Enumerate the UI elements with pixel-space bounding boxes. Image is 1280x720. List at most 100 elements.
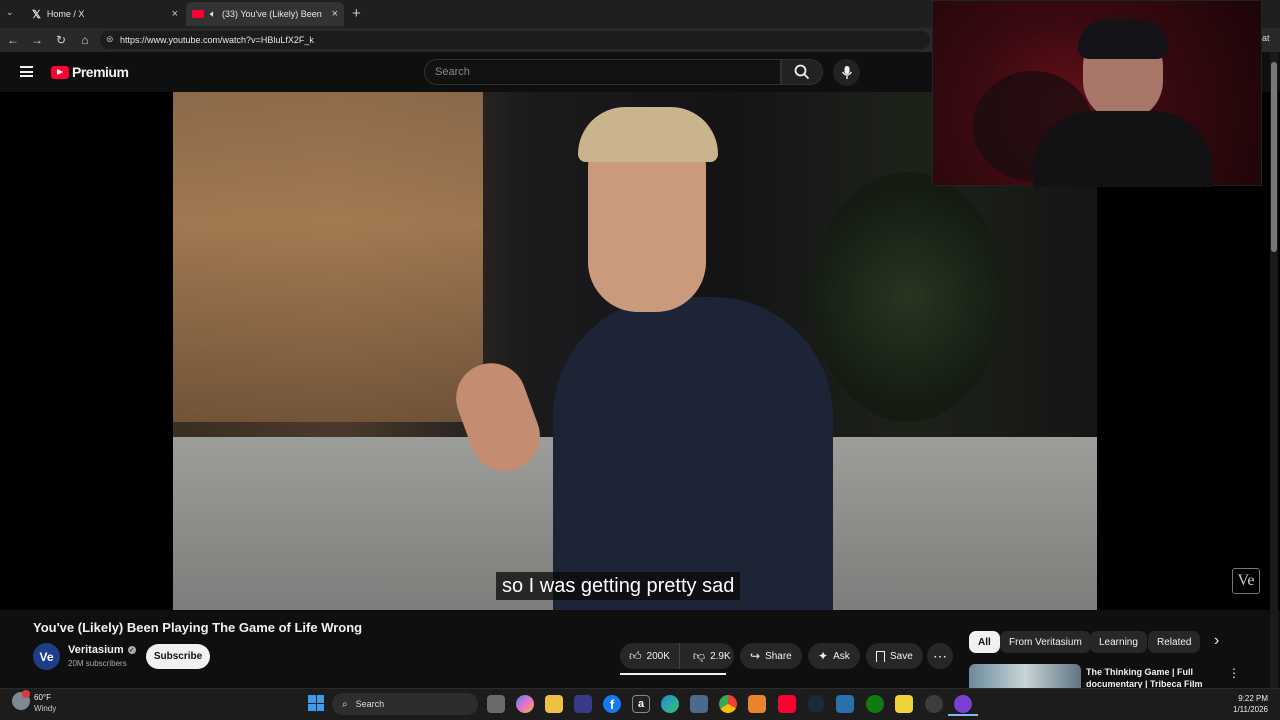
speaker-icon[interactable]: 🔈︎ [210, 9, 216, 20]
tab-youtube-video[interactable]: 🔈︎ (33) You've (Likely) Been Playi × [186, 2, 344, 26]
ask-label: Ask [833, 650, 850, 662]
taskbar-search-label: Search [355, 699, 385, 709]
save-button[interactable]: Save [866, 643, 923, 669]
person-hair [578, 107, 718, 162]
toolbar-overflow-text: at [1262, 33, 1270, 43]
chip-from-veritasium[interactable]: From Veritasium [1000, 631, 1091, 653]
xbox-icon[interactable] [866, 695, 884, 713]
search-input[interactable]: Search [424, 59, 781, 85]
taskbar-search-box[interactable]: ⌕ Search [332, 693, 478, 715]
task-view-icon[interactable] [487, 695, 505, 713]
thumbs-up-icon: 👍︎ [629, 648, 642, 663]
streamer-hair [1078, 19, 1168, 59]
close-tab-icon[interactable]: × [172, 8, 178, 20]
steam-icon[interactable] [807, 695, 825, 713]
like-count: 200K [646, 650, 670, 662]
person-shirt [553, 297, 833, 610]
more-actions-icon[interactable]: ⋯ [927, 643, 953, 669]
chip-all[interactable]: All [969, 631, 1000, 653]
video-caption: so I was getting pretty sad [496, 572, 741, 600]
plant [813, 172, 1003, 422]
url-text: https://www.youtube.com/watch?v=HBluLfX2… [120, 35, 314, 45]
weather-icon[interactable] [12, 690, 30, 710]
recommended-title-line-1: The Thinking Game | Full [1086, 667, 1194, 677]
youtube-premium-logo[interactable]: Premium [51, 64, 129, 80]
chip-learning[interactable]: Learning [1090, 631, 1147, 653]
thumbs-down-icon: 👎︎ [692, 648, 706, 663]
share-button[interactable]: ↪ Share [740, 643, 802, 669]
file-explorer-icon[interactable] [545, 695, 563, 713]
chrome-icon[interactable] [719, 695, 737, 713]
youtube-play-logo-icon [51, 65, 69, 79]
channel-avatar[interactable]: Ve [33, 643, 60, 670]
app-icon[interactable] [836, 695, 854, 713]
channel-watermark[interactable]: Ve [1232, 568, 1260, 594]
like-button[interactable]: 👍︎ 200K [620, 643, 680, 669]
reload-icon[interactable]: ↻ [50, 28, 72, 52]
weather-desc[interactable]: Windy [34, 704, 56, 713]
sticky-notes-icon[interactable] [895, 695, 913, 713]
bookmark-icon [876, 650, 885, 662]
tab-list-chevron-icon[interactable]: ⌄ [6, 7, 20, 21]
share-arrow-icon: ↪ [750, 649, 761, 663]
tab-x-home[interactable]: 𝕏 Home / X × [26, 2, 184, 26]
recommended-title[interactable]: The Thinking Game | Full documentary | T… [1086, 666, 1203, 690]
weather-temp[interactable]: 60°F [34, 693, 51, 702]
verified-check-icon: ✓ [127, 646, 136, 654]
subscribe-button[interactable]: Subscribe [146, 644, 210, 669]
calculator-icon[interactable] [690, 695, 708, 713]
windows-start-icon[interactable] [308, 695, 324, 711]
active-app-indicator [948, 714, 978, 716]
youtube-icon [192, 10, 204, 18]
subscriber-count: 20M subscribers [68, 659, 127, 668]
webcam-overlay [932, 0, 1262, 187]
search-placeholder: Search [435, 66, 470, 78]
voice-search-button[interactable] [833, 59, 860, 86]
search-icon [794, 64, 810, 80]
home-icon[interactable]: ⌂ [74, 28, 96, 52]
youtube-app-icon[interactable] [778, 695, 796, 713]
channel-name-row[interactable]: Veritasium ✓ [68, 644, 136, 656]
facebook-icon[interactable]: f [603, 695, 621, 713]
like-ratio-bar [620, 673, 726, 675]
vlc-icon[interactable] [748, 695, 766, 713]
url-field[interactable]: ⊜ https://www.youtube.com/watch?v=HBluLf… [100, 31, 930, 49]
site-info-icon[interactable]: ⊜ [106, 34, 114, 45]
tab-title: (33) You've (Likely) Been Playi [222, 9, 322, 19]
system-clock[interactable]: 9:22 PM 1/11/2026 [1200, 693, 1268, 715]
channel-name[interactable]: Veritasium [68, 644, 124, 656]
ask-button[interactable]: ✦ Ask [808, 643, 860, 669]
chips-next-chevron-icon[interactable]: › [1214, 632, 1219, 650]
dislike-count: 2.9K [710, 650, 731, 662]
tab-title: Home / X [46, 9, 85, 19]
edge-browser-icon[interactable] [661, 695, 679, 713]
hamburger-menu-icon[interactable] [20, 66, 33, 77]
back-arrow-icon[interactable]: ← [2, 28, 24, 52]
page-scrollbar[interactable] [1270, 52, 1278, 688]
dislike-button[interactable]: 👎︎ 2.9K [685, 643, 739, 669]
amazon-icon[interactable]: a [632, 695, 650, 713]
streamer-shirt [1033, 111, 1213, 187]
sparkle-icon: ✦ [818, 649, 829, 663]
chip-related[interactable]: Related [1148, 631, 1201, 653]
clock-date: 1/11/2026 [1233, 705, 1268, 714]
clock-time: 9:22 PM [1238, 694, 1268, 703]
microphone-icon [841, 66, 852, 79]
copilot-icon[interactable] [516, 695, 534, 713]
search-icon: ⌕ [342, 698, 348, 710]
recommended-thumbnail[interactable] [969, 664, 1081, 688]
share-label: Share [765, 650, 792, 662]
video-title: You've (Likely) Been Playing The Game of… [33, 620, 363, 635]
app-circle-icon[interactable] [954, 695, 972, 713]
microsoft-store-icon[interactable] [574, 695, 592, 713]
close-tab-icon[interactable]: × [332, 8, 338, 20]
x-logo-icon: 𝕏 [32, 8, 41, 21]
scrollbar-thumb[interactable] [1271, 62, 1277, 252]
premium-text: Premium [72, 64, 129, 80]
new-tab-plus-icon[interactable]: + [352, 5, 361, 22]
like-dislike-group: 👍︎ 200K 👎︎ 2.9K [620, 643, 734, 669]
recommended-menu-icon[interactable]: ⋮ [1228, 666, 1240, 680]
search-button[interactable] [781, 59, 823, 85]
obs-icon[interactable] [925, 695, 943, 713]
forward-arrow-icon[interactable]: → [26, 28, 48, 52]
